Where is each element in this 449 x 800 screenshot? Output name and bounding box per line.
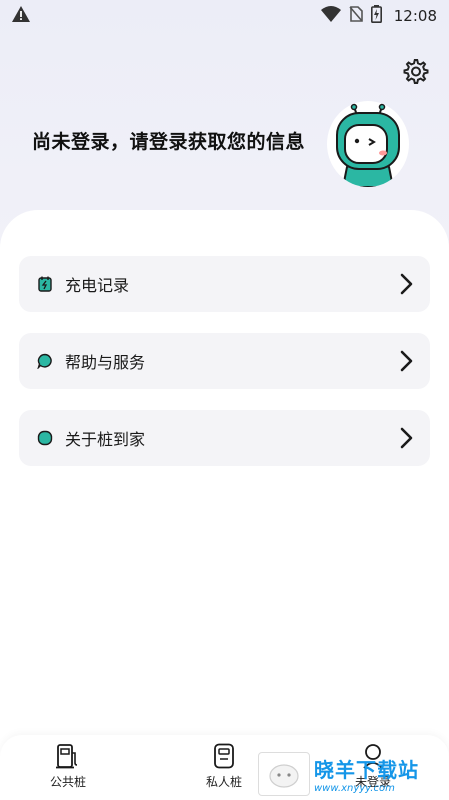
watermark: 晓羊下载站 www.xnyyy.com — [258, 748, 449, 800]
tab-label: 公共桩 — [49, 775, 86, 789]
menu-item-charging-record[interactable]: 充电记录 — [19, 256, 430, 312]
settings-button[interactable] — [398, 57, 432, 91]
tab-label: 私人桩 — [205, 775, 242, 789]
wifi-icon — [320, 6, 341, 26]
tab-public-charger[interactable]: 公共桩 — [33, 743, 103, 795]
status-time: 12:08 — [393, 7, 437, 25]
chevron-right-icon — [396, 350, 416, 372]
no-sim-icon — [349, 6, 363, 26]
help-service-icon — [37, 353, 53, 369]
charging-record-icon — [37, 276, 53, 292]
menu-item-label: 帮助与服务 — [65, 353, 146, 372]
robot-avatar-icon — [336, 103, 400, 187]
watermark-text: 晓羊下载站 www.xnyyy.com — [314, 754, 419, 794]
login-prompt[interactable]: 尚未登录，请登录获取您的信息 — [32, 127, 305, 154]
about-icon — [37, 430, 53, 446]
menu-card: 充电记录 帮助与服务 关于桩到家 — [0, 210, 449, 800]
battery-charging-icon — [370, 5, 382, 27]
status-bar: 12:08 — [0, 0, 449, 32]
menu-item-label: 关于桩到家 — [65, 430, 146, 449]
tab-private-charger[interactable]: 私人桩 — [189, 743, 259, 795]
watermark-title: 晓羊下载站 — [314, 758, 419, 782]
avatar[interactable] — [327, 101, 409, 187]
watermark-logo — [258, 752, 310, 796]
chevron-right-icon — [396, 427, 416, 449]
chevron-right-icon — [396, 273, 416, 295]
status-icons: 12:08 — [320, 5, 437, 27]
private-charger-icon — [211, 743, 237, 769]
menu-item-about[interactable]: 关于桩到家 — [19, 410, 430, 466]
menu-item-help-service[interactable]: 帮助与服务 — [19, 333, 430, 389]
warning-icon — [12, 6, 30, 26]
menu-item-label: 充电记录 — [65, 276, 130, 295]
gear-icon — [400, 57, 430, 91]
public-charger-icon — [55, 743, 81, 769]
watermark-url: www.xnyyy.com — [314, 783, 395, 794]
